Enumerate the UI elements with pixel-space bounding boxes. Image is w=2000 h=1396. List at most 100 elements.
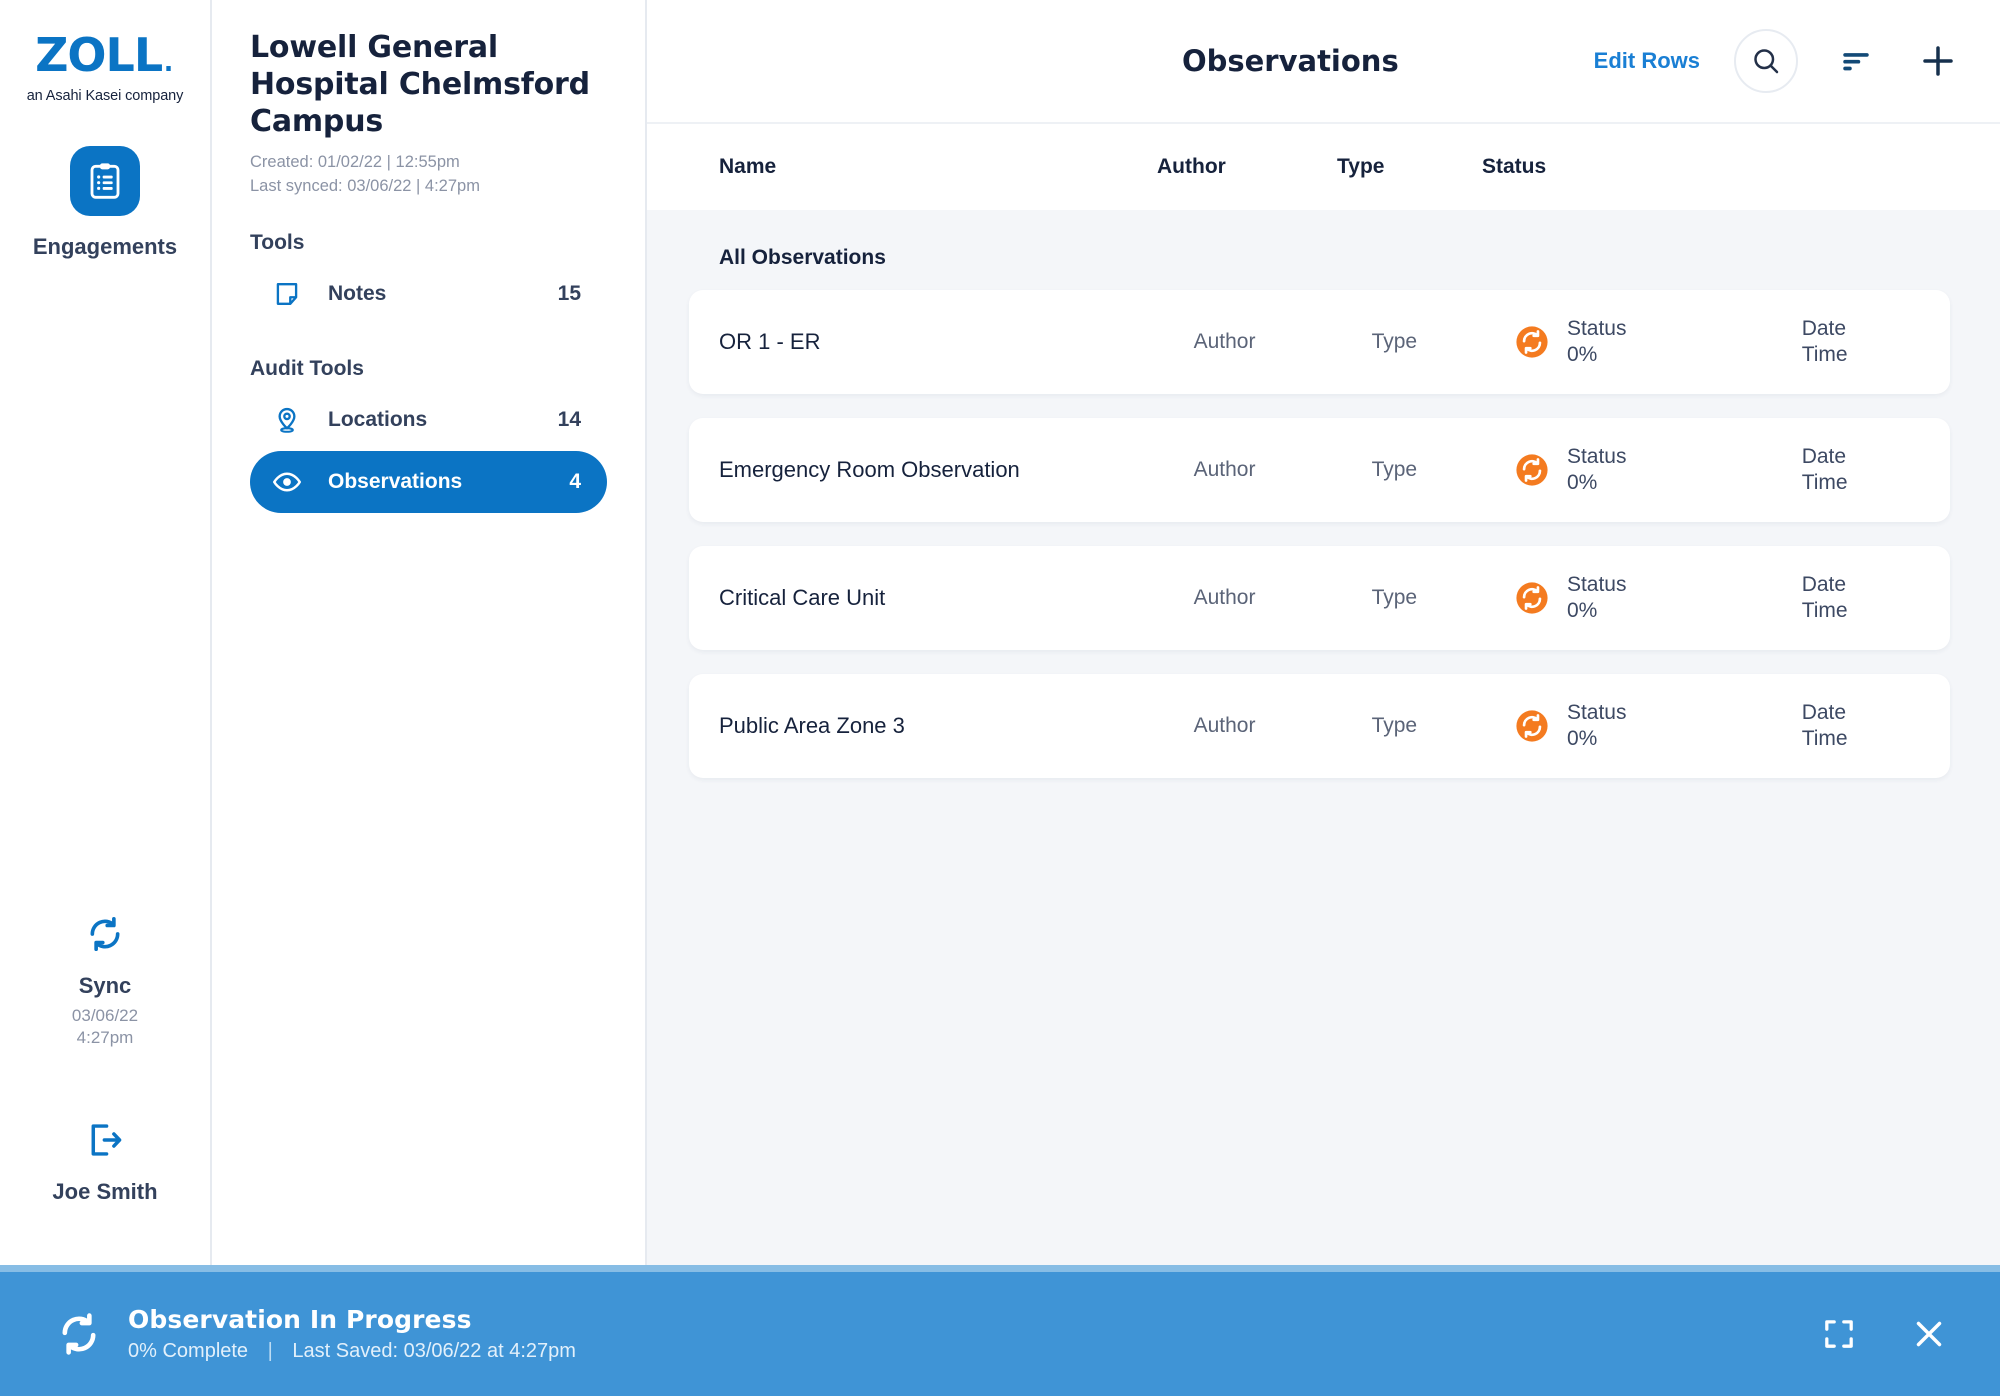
table-row[interactable]: OR 1 - ER Author Type Status 0% Date Tim… [689,290,1950,394]
column-header-name: Name [719,155,777,178]
tool-item-observations[interactable]: Observations 4 [250,450,607,513]
close-icon [1916,1321,1942,1347]
status-sync-icon [1516,326,1548,358]
banner-separator: | [267,1340,273,1362]
sync-timestamp: 03/06/22 4:27pm [72,1005,138,1049]
logo-tagline: an Asahi Kasei company [26,88,184,104]
column-header-type: Type [1337,155,1385,178]
row-name-cell: OR 1 - ER [689,329,1194,355]
row-type: Type [1371,330,1418,353]
row-author: Author [1193,330,1256,353]
row-date: Date [1801,700,1847,724]
row-status-text: Status 0% [1567,444,1627,497]
group-label-tools: Tools [250,230,305,254]
table-row[interactable]: Public Area Zone 3 Author Type Status 0%… [689,674,1950,778]
sync-icon [90,916,120,951]
row-status-cell: Status 0% [1515,316,1802,369]
row-status-percent: 0% [1566,727,1598,750]
section-label-all-observations: All Observations [719,246,886,269]
status-sync-icon [1516,710,1548,742]
row-date-cell: Date Time [1802,316,1950,369]
search-button[interactable] [1734,29,1798,93]
plus-icon [1923,46,1953,76]
row-time: Time [1801,727,1848,750]
row-author: Author [1193,458,1256,481]
engagement-title: Lowell General Hospital Chelmsford Campu… [250,30,590,139]
row-date-cell: Date Time [1802,444,1950,497]
observation-progress-banner: Observation In Progress 0% Complete | La… [0,1265,2000,1396]
sync-date: 03/06/22 [71,1005,139,1025]
sync-icon [62,1313,96,1355]
row-status-label: Status [1566,700,1627,724]
logout-icon [91,1124,122,1156]
banner-actions [1814,1309,1954,1359]
row-type: Type [1371,586,1418,609]
row-status-label: Status [1566,572,1627,596]
main-toolbar: Observations Edit Rows [647,0,2000,124]
edit-rows-button[interactable]: Edit Rows [1594,48,1700,74]
row-author: Author [1193,714,1256,737]
status-sync-icon [1516,582,1548,614]
row-status-cell: Status 0% [1515,572,1802,625]
zoll-logo: ZOLL. an Asahi Kasei company [27,28,184,104]
engagement-last-synced: Last synced: 03/06/22 | 4:27pm [250,176,480,195]
table-row[interactable]: Critical Care Unit Author Type Status 0%… [689,546,1950,650]
tool-list-audit: Locations 14 Observations 4 [250,389,607,513]
logo-word: ZOLL [35,28,163,82]
tool-count-observations: 4 [569,469,581,493]
row-date-cell: Date Time [1802,572,1950,625]
search-icon [1754,49,1779,74]
left-rail: ZOLL. an Asahi Kasei company Engagements [0,0,212,1265]
tool-item-locations[interactable]: Locations 14 [250,389,607,451]
row-status-percent: 0% [1566,599,1598,622]
observations-list: All Observations OR 1 - ER Author Type S… [647,210,2000,1265]
sort-button[interactable] [1832,37,1880,85]
sync-time: 4:27pm [76,1027,134,1047]
engagements-label: Engagements [32,234,178,259]
sync-label: Sync [78,972,132,998]
row-name-cell: Emergency Room Observation [689,457,1194,483]
tool-label-locations: Locations [328,407,428,431]
row-time: Time [1801,599,1848,622]
banner-subtitle: 0% Complete | Last Saved: 03/06/22 at 4:… [128,1340,1814,1363]
engagement-panel: Lowell General Hospital Chelmsford Campu… [212,0,647,1265]
engagements-tile[interactable] [69,146,140,216]
row-date-cell: Date Time [1802,700,1950,753]
group-label-audit-tools: Audit Tools [250,356,364,380]
row-status-label: Status [1566,316,1627,340]
tool-item-notes[interactable]: Notes 15 [250,263,607,325]
user-name: Joe Smith [52,1179,158,1204]
rail-item-sync[interactable]: Sync 03/06/22 4:27pm [72,915,138,1049]
tool-label-observations: Observations [328,469,463,493]
rail-item-user[interactable]: Joe Smith [52,1121,158,1205]
page-title: Observations [1181,44,1399,78]
row-status-text: Status 0% [1567,700,1627,753]
banner-text: Observation In Progress 0% Complete | La… [128,1305,1814,1363]
banner-expand-button[interactable] [1814,1309,1864,1359]
main-content: Observations Edit Rows Name Author Type … [647,0,2000,1265]
row-date: Date [1801,444,1847,468]
tool-list-tools: Notes 15 [250,263,607,325]
row-date: Date [1801,572,1847,596]
column-header-author: Author [1157,155,1226,178]
row-name-cell: Critical Care Unit [689,585,1194,611]
rail-item-engagements[interactable]: Engagements [33,146,177,260]
engagement-created: Created: 01/02/22 | 12:55pm [250,152,460,171]
clipboard-icon [90,163,120,199]
note-icon [272,280,302,308]
row-name: Critical Care Unit [719,585,886,610]
banner-title: Observation In Progress [128,1305,472,1334]
row-status-text: Status 0% [1567,316,1627,369]
row-name: OR 1 - ER [719,329,821,354]
banner-close-button[interactable] [1904,1309,1954,1359]
banner-last-saved: Last Saved: 03/06/22 at 4:27pm [292,1340,576,1362]
eye-icon [272,467,302,497]
row-date: Date [1801,316,1847,340]
row-status-cell: Status 0% [1515,444,1802,497]
row-status-text: Status 0% [1567,572,1627,625]
row-author: Author [1193,586,1256,609]
table-row[interactable]: Emergency Room Observation Author Type S… [689,418,1950,522]
rail-bottom: Sync 03/06/22 4:27pm Joe Smith [0,915,210,1265]
add-button[interactable] [1914,37,1962,85]
tool-count-locations: 14 [557,407,581,431]
